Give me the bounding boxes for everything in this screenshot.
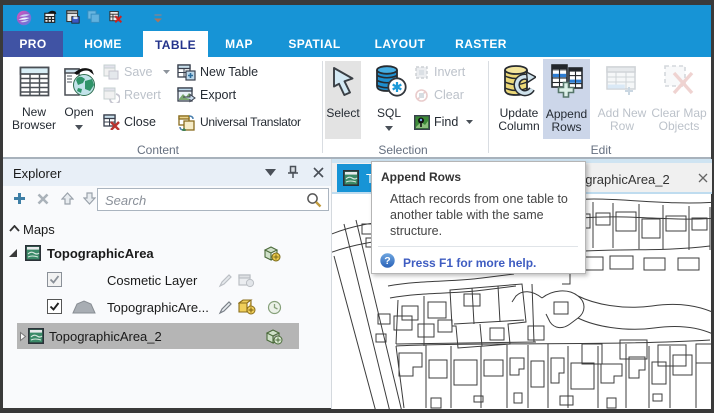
svg-text:?: ? bbox=[384, 255, 390, 267]
